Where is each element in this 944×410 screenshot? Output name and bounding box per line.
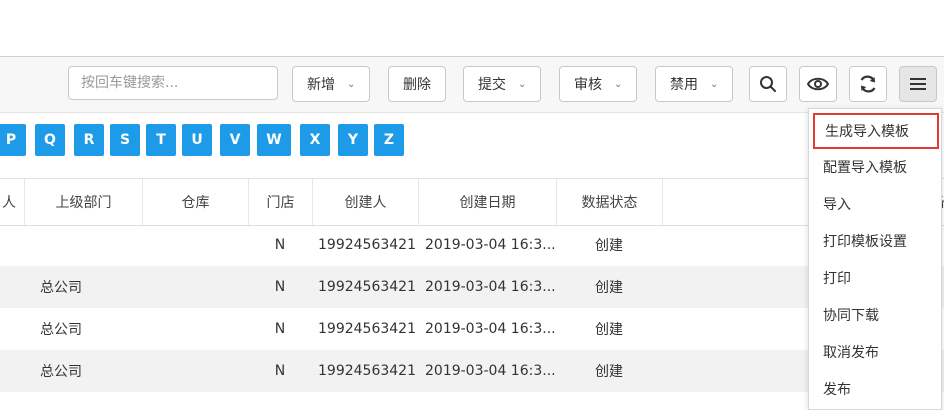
table-header: 人 上级部门 仓库 门店 创建人 创建日期 数据状态 备 (0, 178, 944, 226)
letter-filter-y[interactable]: Y (338, 124, 368, 156)
review-button-label: 审核 (574, 74, 602, 94)
chevron-down-icon: ⌄ (347, 79, 355, 90)
table-row[interactable]: N 19924563421 2019-03-04 16:3... 创建 (0, 224, 944, 266)
eye-icon (807, 76, 829, 92)
menu-item-generate-import-template[interactable]: 生成导入模板 (813, 113, 939, 149)
disable-button-label: 禁用 (670, 74, 698, 94)
table-row[interactable]: 总公司 N 19924563421 2019-03-04 16:3... 创建 (0, 308, 944, 350)
menu-item-collab-download[interactable]: 协同下载 (809, 297, 941, 333)
table-row[interactable]: 总公司 N 19924563421 2019-03-04 16:3... 创建 (0, 266, 944, 308)
chevron-down-icon: ⌄ (614, 79, 622, 90)
cell-created-date: 2019-03-04 16:3... (425, 350, 556, 392)
letter-filter-z[interactable]: Z (374, 124, 404, 156)
cell-store: N (248, 350, 312, 392)
menu-item-cancel-publish[interactable]: 取消发布 (809, 334, 941, 370)
cell-store: N (248, 224, 312, 266)
letter-filter-u[interactable]: U (182, 124, 212, 156)
search-icon (759, 75, 777, 93)
column-header-data-status[interactable]: 数据状态 (556, 179, 662, 225)
cell-parent-dept: 总公司 (40, 350, 82, 392)
delete-button-label: 删除 (403, 74, 431, 94)
letter-filter-x[interactable]: X (300, 124, 330, 156)
search-input[interactable] (68, 66, 278, 100)
letter-filter-v[interactable]: V (220, 124, 250, 156)
search-button[interactable] (749, 66, 787, 102)
menu-item-publish[interactable]: 发布 (809, 371, 941, 407)
cell-creator: 19924563421 (318, 308, 416, 350)
cell-created-date: 2019-03-04 16:3... (425, 308, 556, 350)
menu-item-print-template-settings[interactable]: 打印模板设置 (809, 223, 941, 259)
add-button[interactable]: 新增 ⌄ (292, 66, 370, 102)
top-blank-area (0, 0, 944, 57)
cell-status: 创建 (556, 350, 662, 392)
column-header-creator[interactable]: 创建人 (312, 179, 418, 225)
more-actions-dropdown: 生成导入模板 配置导入模板 导入 打印模板设置 打印 协同下载 取消发布 发布 (808, 108, 942, 410)
more-menu-button[interactable] (899, 66, 937, 102)
letter-filter-r[interactable]: R (74, 124, 104, 156)
view-button[interactable] (799, 66, 837, 102)
cell-status: 创建 (556, 224, 662, 266)
cell-creator: 19924563421 (318, 224, 416, 266)
toolbar: 新增 ⌄ 删除 提交 ⌄ 审核 ⌄ 禁用 ⌄ (0, 57, 944, 113)
review-button[interactable]: 审核 ⌄ (559, 66, 637, 102)
cell-status: 创建 (556, 266, 662, 308)
menu-item-print[interactable]: 打印 (809, 260, 941, 296)
cell-creator: 19924563421 (318, 350, 416, 392)
menu-item-import[interactable]: 导入 (809, 186, 941, 222)
cell-status: 创建 (556, 308, 662, 350)
cell-creator: 19924563421 (318, 266, 416, 308)
column-header-partial[interactable]: 人 (0, 179, 24, 225)
letter-filter-q[interactable]: Q (35, 124, 65, 156)
letter-filter-t[interactable]: T (146, 124, 176, 156)
column-header-created-date[interactable]: 创建日期 (418, 179, 556, 225)
hamburger-icon (909, 76, 927, 92)
letter-filter-s[interactable]: S (110, 124, 140, 156)
refresh-button[interactable] (849, 66, 887, 102)
submit-button[interactable]: 提交 ⌄ (463, 66, 541, 102)
submit-button-label: 提交 (478, 74, 506, 94)
letter-filter-w[interactable]: W (257, 124, 291, 156)
chevron-down-icon: ⌄ (518, 79, 526, 90)
disable-button[interactable]: 禁用 ⌄ (655, 66, 733, 102)
cell-store: N (248, 266, 312, 308)
add-button-label: 新增 (307, 74, 335, 94)
cell-created-date: 2019-03-04 16:3... (425, 266, 556, 308)
letter-filter-p[interactable]: P (0, 124, 26, 156)
table-row[interactable]: 总公司 N 19924563421 2019-03-04 16:3... 创建 (0, 350, 944, 392)
column-header-parent-dept[interactable]: 上级部门 (24, 179, 142, 225)
chevron-down-icon: ⌄ (710, 79, 718, 90)
delete-button[interactable]: 删除 (388, 66, 446, 102)
menu-item-config-import-template[interactable]: 配置导入模板 (809, 149, 941, 185)
cell-parent-dept: 总公司 (40, 308, 82, 350)
cell-created-date: 2019-03-04 16:3... (425, 224, 556, 266)
column-header-store[interactable]: 门店 (248, 179, 312, 225)
cell-parent-dept: 总公司 (40, 266, 82, 308)
column-header-warehouse[interactable]: 仓库 (142, 179, 248, 225)
refresh-icon (858, 74, 878, 94)
cell-store: N (248, 308, 312, 350)
